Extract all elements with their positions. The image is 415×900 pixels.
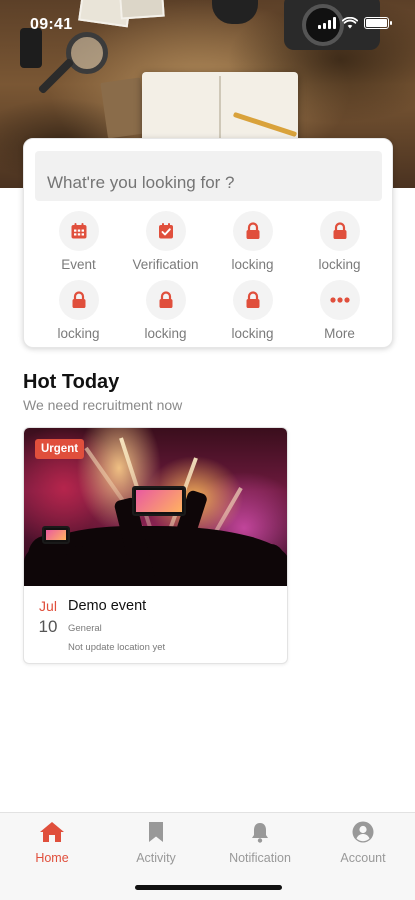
status-time: 09:41 bbox=[30, 16, 73, 33]
search-category-card: Event Verification bbox=[23, 138, 393, 348]
status-icons bbox=[318, 17, 392, 29]
section-title: Hot Today bbox=[23, 371, 120, 393]
category-label: locking bbox=[231, 326, 274, 341]
search-input[interactable] bbox=[35, 151, 382, 201]
category-label: locking bbox=[144, 326, 187, 341]
category-label: Verification bbox=[132, 257, 199, 272]
lock-icon bbox=[333, 222, 346, 239]
category-verification[interactable]: Verification bbox=[122, 211, 209, 272]
urgent-badge: Urgent bbox=[35, 439, 85, 459]
tab-activity[interactable]: Activity bbox=[104, 821, 208, 865]
event-month: Jul bbox=[39, 598, 57, 614]
category-label: locking bbox=[231, 257, 274, 272]
wifi-icon bbox=[342, 17, 358, 29]
home-indicator bbox=[135, 885, 282, 890]
event-date: Jul 10 bbox=[35, 598, 61, 637]
bookmark-icon bbox=[149, 822, 163, 842]
status-bar: 09:41 bbox=[0, 0, 415, 46]
tab-label: Account bbox=[340, 851, 386, 865]
signal-icon bbox=[318, 17, 336, 29]
category-grid: Event Verification locking locking locki… bbox=[35, 211, 383, 341]
section-subtitle: We need recruitment now bbox=[23, 397, 183, 413]
more-dots-icon bbox=[329, 297, 350, 303]
category-more[interactable]: More bbox=[296, 280, 383, 341]
tab-notification[interactable]: Notification bbox=[208, 821, 312, 865]
lock-icon bbox=[72, 291, 85, 308]
category-locked-3[interactable]: locking bbox=[35, 280, 122, 341]
event-image: Urgent bbox=[24, 428, 287, 586]
category-label: More bbox=[324, 326, 355, 341]
lock-icon bbox=[246, 222, 259, 239]
bell-icon bbox=[252, 823, 268, 843]
battery-icon bbox=[364, 17, 392, 29]
category-event[interactable]: Event bbox=[35, 211, 122, 272]
event-title: Demo event bbox=[68, 598, 147, 614]
event-location: Not update location yet bbox=[68, 642, 166, 653]
category-locked-5[interactable]: locking bbox=[209, 280, 296, 341]
category-label: locking bbox=[57, 326, 100, 341]
category-label: Event bbox=[61, 257, 96, 272]
category-locked-4[interactable]: locking bbox=[122, 280, 209, 341]
category-label: locking bbox=[318, 257, 361, 272]
check-calendar-icon bbox=[158, 223, 173, 239]
event-day: 10 bbox=[38, 617, 58, 636]
tab-label: Notification bbox=[229, 851, 291, 865]
account-icon bbox=[352, 821, 374, 843]
tab-home[interactable]: Home bbox=[0, 821, 104, 865]
category-locked-2[interactable]: locking bbox=[296, 211, 383, 272]
event-card[interactable]: Urgent Jul 10 Demo event General Not upd… bbox=[23, 427, 288, 664]
lock-icon bbox=[159, 291, 172, 308]
home-screen: 09:41 What're you looking for ? Event Ve… bbox=[0, 0, 415, 900]
tab-label: Home bbox=[35, 851, 69, 865]
home-icon bbox=[40, 822, 64, 842]
lock-icon bbox=[246, 291, 259, 308]
tab-label: Activity bbox=[136, 851, 176, 865]
calendar-icon bbox=[71, 223, 86, 239]
category-locked-1[interactable]: locking bbox=[209, 211, 296, 272]
tab-account[interactable]: Account bbox=[311, 821, 415, 865]
event-category: General bbox=[68, 623, 102, 634]
